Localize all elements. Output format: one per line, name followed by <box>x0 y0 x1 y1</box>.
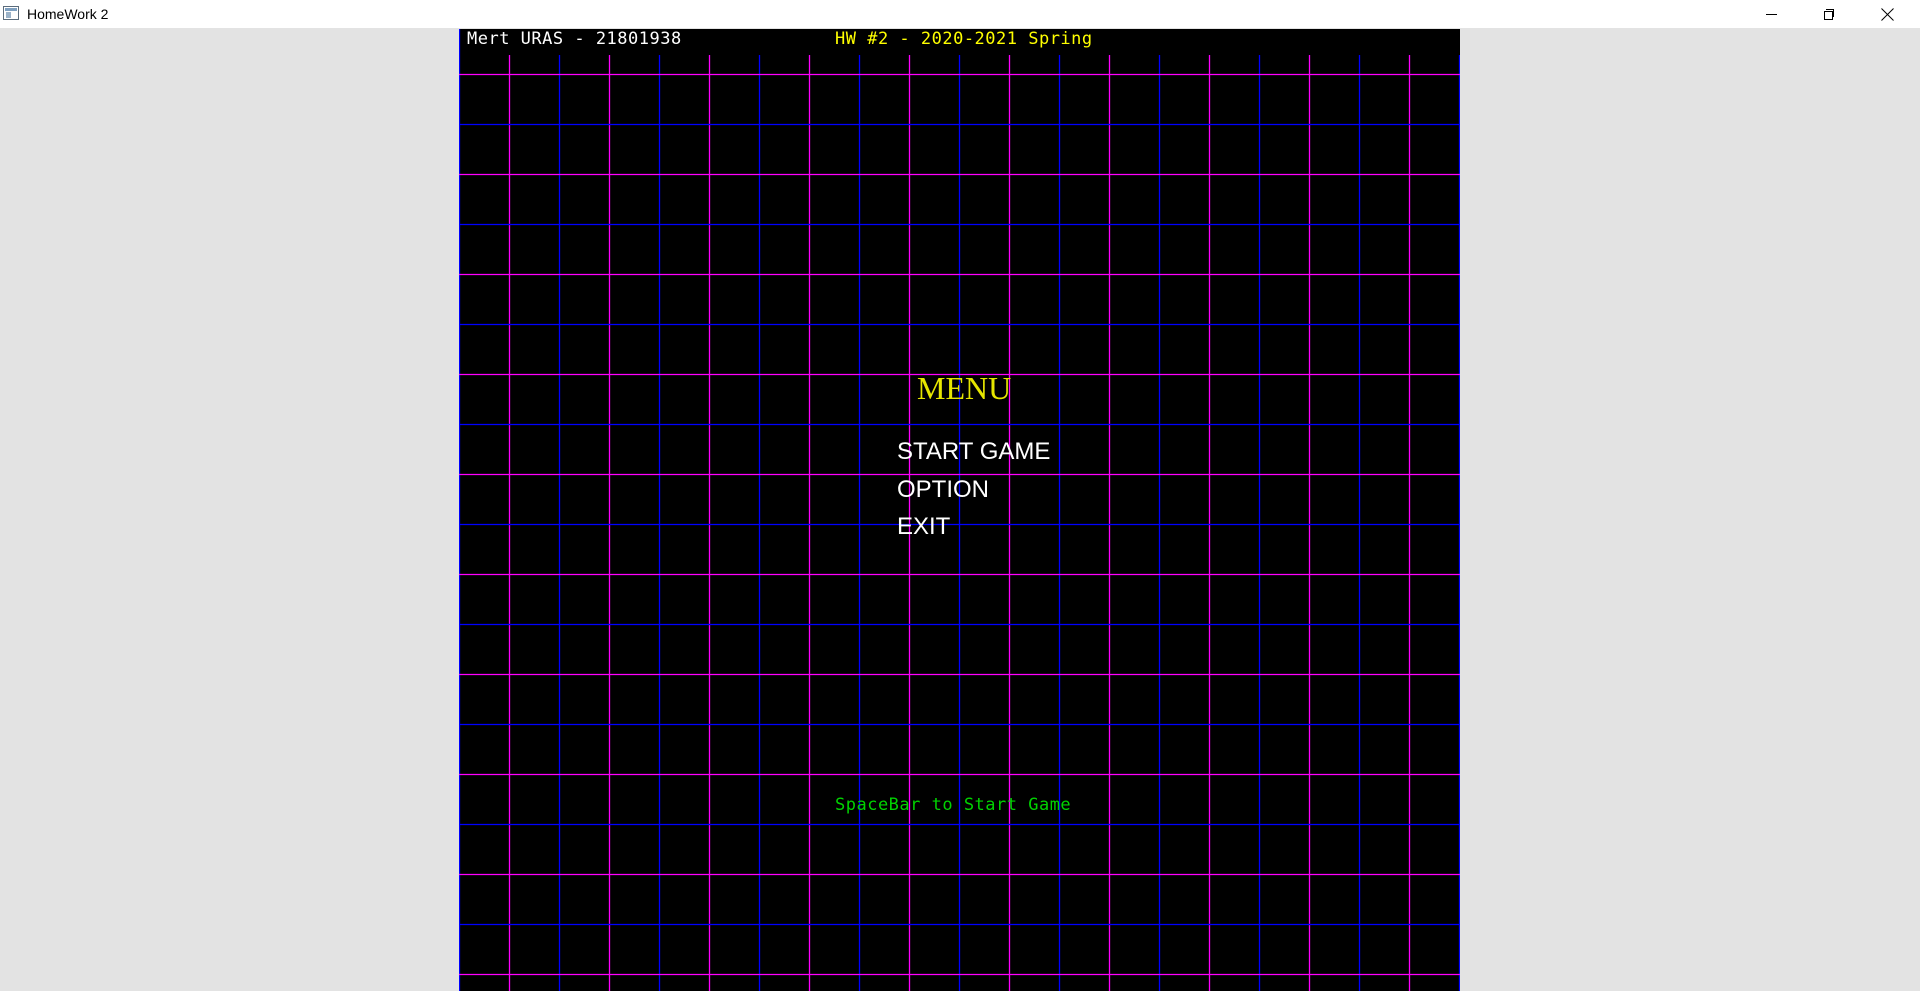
menu-item-option[interactable]: OPTION <box>897 476 989 504</box>
background-grid <box>459 29 1460 991</box>
window-titlebar: HomeWork 2 <box>0 0 1920 28</box>
minimize-icon <box>1765 13 1777 15</box>
close-button[interactable] <box>1858 0 1916 28</box>
restore-button[interactable] <box>1800 0 1858 28</box>
close-icon <box>1881 8 1894 21</box>
restore-icon <box>1823 8 1835 20</box>
menu-title: MENU <box>917 370 1012 406</box>
menu-item-start-game[interactable]: START GAME <box>897 438 1050 466</box>
student-label: Mert URAS - 21801938 <box>467 29 682 49</box>
window-title: HomeWork 2 <box>27 6 109 22</box>
minimize-button[interactable] <box>1742 0 1800 28</box>
game-canvas[interactable]: Mert URAS - 21801938 HW #2 - 2020-2021 S… <box>459 29 1460 991</box>
menu-item-exit[interactable]: EXIT <box>897 513 950 541</box>
start-hint: SpaceBar to Start Game <box>835 795 1072 815</box>
homework-label: HW #2 - 2020-2021 Spring <box>835 29 1093 49</box>
app-window-icon <box>3 6 19 20</box>
